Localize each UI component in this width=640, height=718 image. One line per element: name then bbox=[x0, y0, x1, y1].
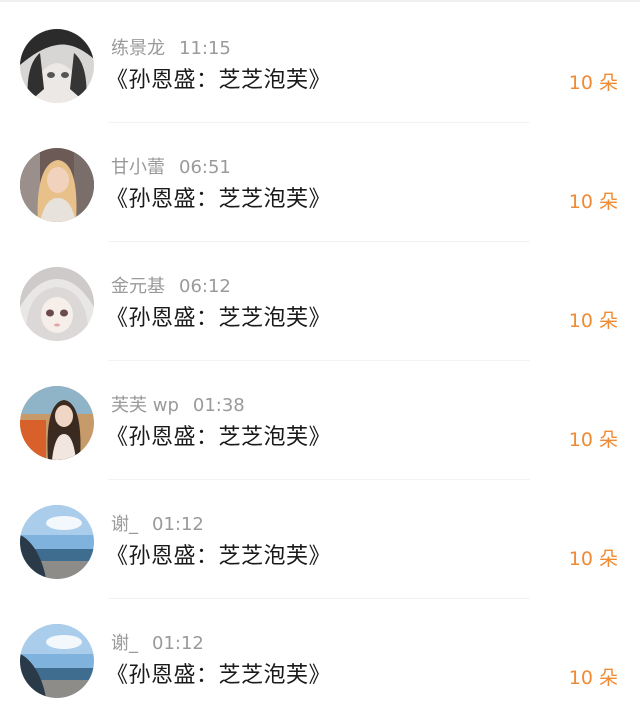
gift-title: 《孙恩盛：芝芝泡芙》 bbox=[106, 306, 332, 331]
list-item[interactable]: 甘小蕾 06:51 《孙恩盛：芝芝泡芙》 10 朵 bbox=[0, 123, 640, 242]
timestamp: 01:12 bbox=[152, 633, 204, 654]
timestamp: 06:51 bbox=[179, 157, 231, 178]
gift-title: 《孙恩盛：芝芝泡芙》 bbox=[106, 544, 332, 569]
list-item[interactable]: 金元基 06:12 《孙恩盛：芝芝泡芙》 10 朵 bbox=[0, 242, 640, 361]
avatar[interactable] bbox=[20, 505, 94, 579]
user-name[interactable]: 芙芙 wp bbox=[111, 395, 179, 416]
list-item[interactable]: 练景龙 11:15 《孙恩盛：芝芝泡芙》 10 朵 bbox=[0, 4, 640, 123]
gift-count: 10 朵 bbox=[568, 310, 618, 332]
timestamp: 06:12 bbox=[179, 276, 231, 297]
avatar[interactable] bbox=[20, 29, 94, 103]
list-item[interactable]: 谢_ 01:12 《孙恩盛：芝芝泡芙》 10 朵 bbox=[0, 480, 640, 599]
avatar[interactable] bbox=[20, 624, 94, 698]
timestamp: 01:12 bbox=[152, 514, 204, 535]
list-item[interactable]: 谢_ 01:12 《孙恩盛：芝芝泡芙》 10 朵 bbox=[0, 599, 640, 718]
gift-title: 《孙恩盛：芝芝泡芙》 bbox=[106, 187, 332, 212]
user-name[interactable]: 谢_ bbox=[111, 514, 138, 535]
user-name[interactable]: 谢_ bbox=[111, 633, 138, 654]
timestamp: 01:38 bbox=[192, 395, 245, 416]
gift-title: 《孙恩盛：芝芝泡芙》 bbox=[106, 663, 332, 688]
timestamp: 11:15 bbox=[179, 38, 231, 59]
gift-count: 10 朵 bbox=[568, 191, 618, 213]
top-divider bbox=[0, 0, 640, 2]
gift-count: 10 朵 bbox=[568, 72, 618, 94]
gift-count: 10 朵 bbox=[568, 548, 618, 570]
avatar[interactable] bbox=[20, 148, 94, 222]
gift-count: 10 朵 bbox=[568, 667, 618, 689]
gift-count: 10 朵 bbox=[568, 429, 618, 451]
list-item[interactable]: 芙芙 wp 01:38 《孙恩盛：芝芝泡芙》 10 朵 bbox=[0, 361, 640, 480]
gift-title: 《孙恩盛：芝芝泡芙》 bbox=[106, 425, 332, 450]
avatar[interactable] bbox=[20, 386, 94, 460]
user-name[interactable]: 练景龙 bbox=[111, 38, 165, 59]
avatar[interactable] bbox=[20, 267, 94, 341]
gift-title: 《孙恩盛：芝芝泡芙》 bbox=[106, 68, 332, 93]
user-name[interactable]: 金元基 bbox=[111, 276, 165, 297]
user-name[interactable]: 甘小蕾 bbox=[111, 157, 165, 178]
